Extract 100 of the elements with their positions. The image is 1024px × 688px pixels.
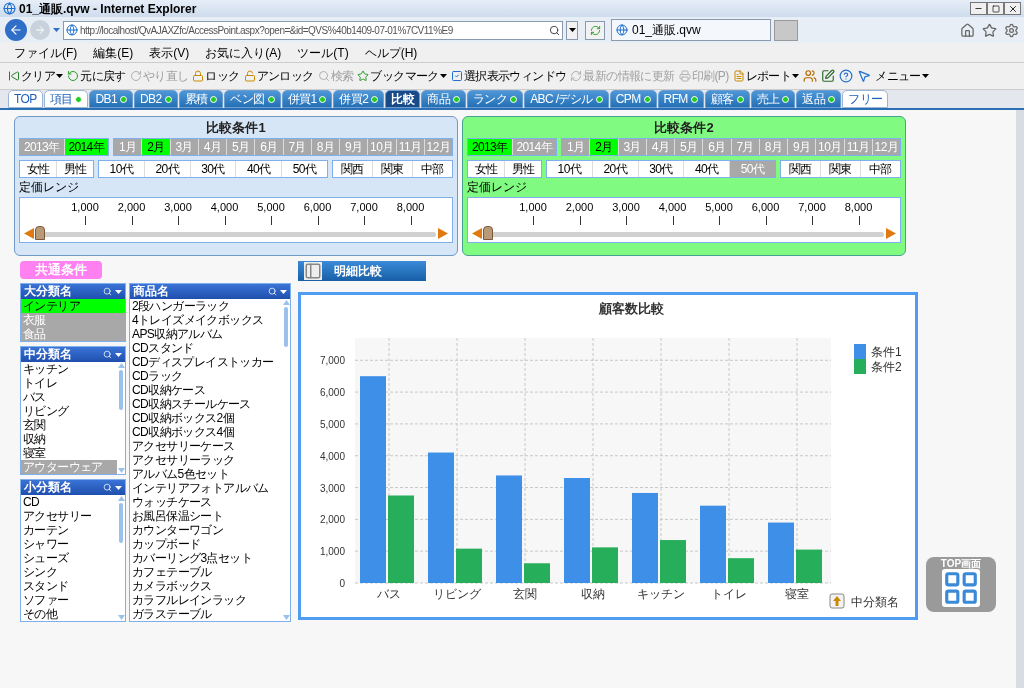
drill-up-icon[interactable] <box>829 593 845 609</box>
menu-item[interactable]: 編集(E) <box>93 43 134 62</box>
tab[interactable]: 顧客 <box>704 90 750 108</box>
scroll-thumb[interactable] <box>284 307 288 347</box>
filter-cell[interactable]: 2014年 <box>64 139 108 155</box>
close-icon <box>1007 3 1018 14</box>
axis-label: キッチン <box>637 587 685 601</box>
scrollbar[interactable] <box>117 362 125 474</box>
tab[interactable]: 併買2 <box>333 90 385 108</box>
tick-mark <box>178 216 179 225</box>
left-arrow-icon[interactable] <box>24 228 34 239</box>
tab[interactable]: DB2 <box>134 90 178 108</box>
menu-item[interactable]: 表示(V) <box>149 43 190 62</box>
legend-label: 条件2 <box>871 360 902 374</box>
scrollbar[interactable] <box>117 495 125 621</box>
edit-icon[interactable] <box>821 69 836 83</box>
range-slider[interactable]: 1,000 2,000 3,000 4,000 5,000 6,000 7,000 8,000 <box>467 197 901 243</box>
tab[interactable]: TOP <box>8 90 43 108</box>
browser-logo-icon <box>3 2 16 15</box>
filter-cell[interactable]: 2月 <box>590 139 619 155</box>
browser-tab[interactable]: 01_通販.qvw <box>611 19 771 41</box>
checkbox-icon <box>450 70 463 82</box>
tab[interactable]: 売上 <box>750 90 796 108</box>
toolbar-button[interactable]: ロック <box>192 67 240 85</box>
back-button[interactable] <box>5 19 27 41</box>
bar <box>660 540 686 583</box>
list-item[interactable]: インテリア <box>21 299 125 313</box>
tab[interactable]: ABC /デシル <box>524 90 609 108</box>
tick-mark <box>765 216 767 225</box>
menu-item[interactable]: ヘルプ(H) <box>364 43 418 62</box>
left-arrow-icon[interactable] <box>472 228 482 239</box>
right-arrow-icon[interactable] <box>438 228 448 239</box>
help-icon[interactable] <box>839 69 854 83</box>
users-icon[interactable] <box>803 69 818 83</box>
refresh-button[interactable] <box>585 20 605 40</box>
slider-thumb[interactable] <box>35 226 45 240</box>
axis-label: 7,000 <box>319 355 345 367</box>
tick-label: 1,000 <box>71 201 99 213</box>
toolbar-button[interactable]: レポート <box>732 67 800 85</box>
search-icon[interactable] <box>549 24 560 36</box>
toolbar-button[interactable]: 選択表示ウィンドウ <box>450 67 567 85</box>
tab[interactable]: 併買1 <box>281 90 333 108</box>
scroll-thumb[interactable] <box>119 370 123 410</box>
tick-label: 2,000 <box>117 201 146 213</box>
menu-item[interactable]: ツール(T) <box>297 43 349 62</box>
search-icon <box>317 70 330 82</box>
tick-label: 7,000 <box>798 201 826 213</box>
tab[interactable]: ランク <box>466 90 524 108</box>
tab[interactable]: CPM <box>609 90 657 108</box>
home-icon[interactable] <box>960 22 975 38</box>
search-icon[interactable] <box>268 287 277 296</box>
range-slider[interactable]: 1,000 2,000 3,000 4,000 5,000 6,000 7,000 8,000 <box>19 197 453 243</box>
toolbar-button[interactable]: ブックマーク <box>357 67 447 85</box>
globe-icon <box>616 24 628 36</box>
search-icon[interactable] <box>103 483 112 492</box>
tab[interactable]: 比較 <box>385 90 421 108</box>
filter-cell[interactable]: 2013年 <box>468 139 513 155</box>
address-dropdown[interactable] <box>566 20 578 40</box>
tab[interactable]: 累積 <box>178 90 224 108</box>
scroll-down-icon[interactable] <box>282 615 290 620</box>
scroll-thumb[interactable] <box>119 503 123 543</box>
tab[interactable]: ベン図 <box>224 90 281 108</box>
help-pointer-icon[interactable] <box>857 69 872 83</box>
report-icon <box>732 70 745 82</box>
caret-icon <box>56 74 64 78</box>
favorites-icon[interactable] <box>982 22 997 38</box>
caret-icon <box>115 485 122 490</box>
filter-cell[interactable]: 2月 <box>142 139 171 155</box>
detail-compare-button[interactable]: 明細比較 <box>298 261 426 281</box>
menu-item[interactable]: お気に入り(A) <box>205 43 282 62</box>
tab[interactable]: RFM <box>657 90 704 108</box>
menu-item[interactable]: ファイル(F) <box>14 43 78 62</box>
tick-mark <box>579 216 581 225</box>
address-field[interactable]: http://localhost/QvAJAXZfc/AccessPoint.aspx?open=&id=QVS%40b1409-07-01%7CV11%E9 <box>63 20 563 40</box>
bar <box>796 549 822 583</box>
search-icon[interactable] <box>103 350 112 359</box>
tick-mark <box>410 216 412 225</box>
minimize-button[interactable] <box>970 2 987 15</box>
new-tab-button[interactable] <box>774 19 798 41</box>
scroll-down-icon[interactable] <box>117 615 125 620</box>
right-arrow-icon[interactable] <box>886 228 896 239</box>
legend-label: 条件1 <box>871 345 902 359</box>
tab[interactable]: 商品 <box>421 90 466 108</box>
settings-icon[interactable] <box>1004 22 1019 38</box>
tab[interactable]: 項目 <box>43 90 89 108</box>
toolbar-button[interactable]: 元に戻す <box>67 67 126 85</box>
scrollbar[interactable] <box>282 299 290 621</box>
tab[interactable]: DB1 <box>89 90 133 108</box>
tick-mark <box>533 216 534 225</box>
scroll-down-icon[interactable] <box>117 468 125 473</box>
maximize-button[interactable] <box>987 2 1004 15</box>
toolbar-button[interactable]: クリア <box>8 67 64 85</box>
slider-thumb[interactable] <box>483 226 493 240</box>
tab[interactable]: 返品 <box>796 90 842 108</box>
tab[interactable]: フリー <box>842 90 889 108</box>
toolbar-button[interactable]: メニュー <box>875 67 929 85</box>
toolbar-button[interactable]: アンロック <box>243 67 314 85</box>
axis-label: リビング <box>433 587 481 601</box>
close-button[interactable] <box>1004 2 1021 15</box>
search-icon[interactable] <box>103 287 112 296</box>
